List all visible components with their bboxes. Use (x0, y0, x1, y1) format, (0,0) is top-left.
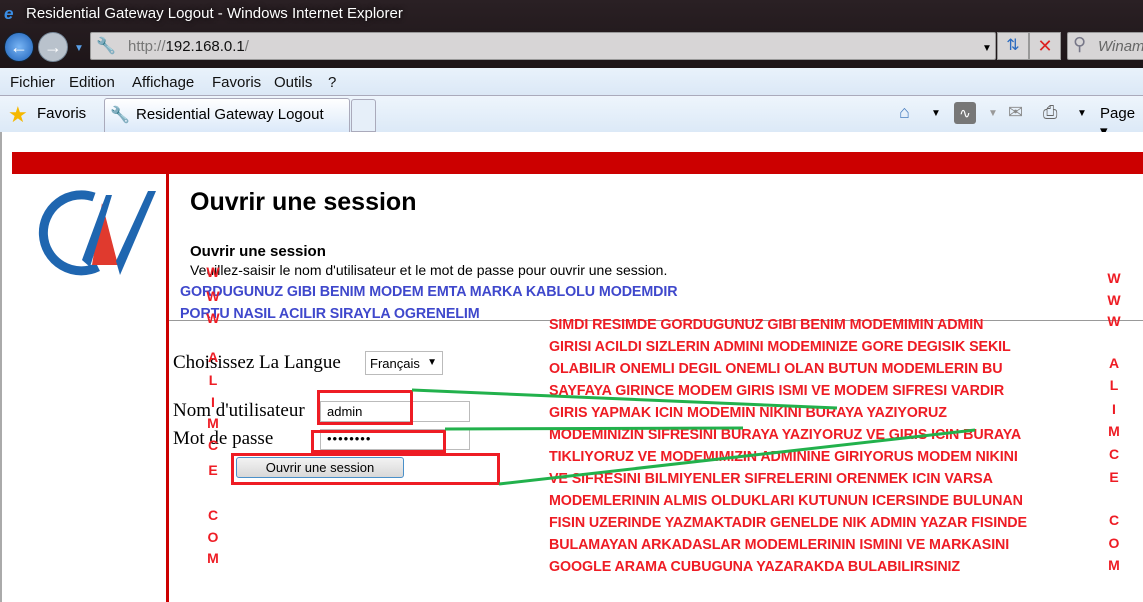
green-pointer-line (411, 388, 838, 410)
annotation-arrows (411, 388, 976, 486)
green-pointer-line (498, 428, 976, 486)
green-pointer-line (444, 426, 744, 431)
